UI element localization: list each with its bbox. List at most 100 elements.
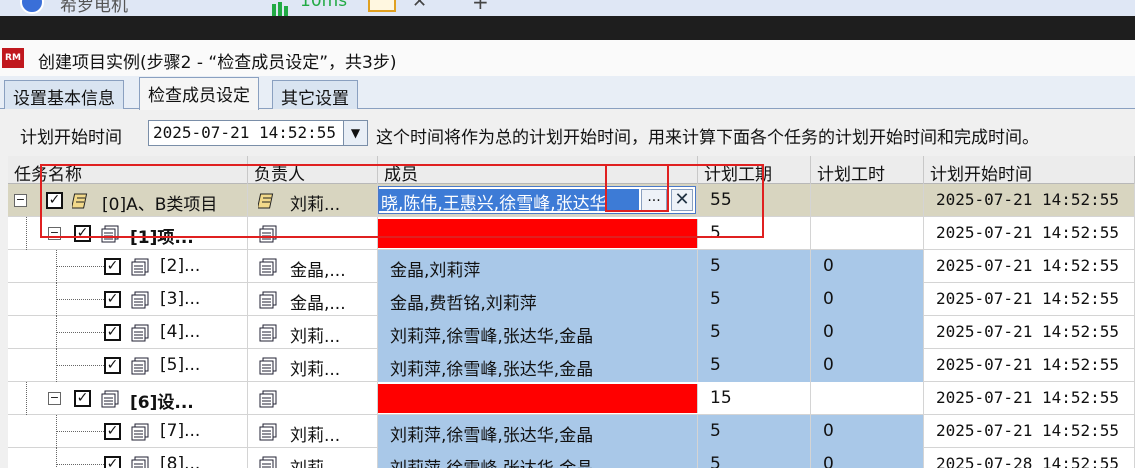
hours-cell[interactable]: 0 xyxy=(811,349,924,382)
annotation-box-button xyxy=(605,164,669,212)
members-cell[interactable] xyxy=(378,384,698,413)
duration-cell[interactable]: 5 xyxy=(698,250,811,283)
avatar[interactable] xyxy=(20,0,44,14)
start-time-value[interactable]: 2025-07-21 14:52:55 xyxy=(153,123,336,142)
duration-cell[interactable]: 15 xyxy=(698,382,811,415)
task-name-cell[interactable]: ✓ [3]... xyxy=(8,283,248,316)
members-cell[interactable]: 刘莉萍,徐雪峰,张达华,金晶 xyxy=(378,316,698,349)
members-cell[interactable]: 金晶,刘莉萍 xyxy=(378,250,698,283)
col-header-hours[interactable]: 计划工时 xyxy=(811,156,924,184)
start-time-cell[interactable]: 2025-07-21 14:52:55 xyxy=(924,250,1135,283)
collapse-toggle-icon[interactable]: − xyxy=(14,194,27,207)
task-icon xyxy=(130,258,150,276)
tree-line xyxy=(56,431,104,432)
members-cell[interactable]: 刘莉萍,徐雪峰,张达华,金晶 xyxy=(378,349,698,382)
duration-cell[interactable]: 5 xyxy=(698,283,811,316)
tab-other-settings[interactable]: 其它设置 xyxy=(272,80,358,109)
owner-cell[interactable]: 刘莉... xyxy=(248,448,378,468)
browser-tab-title[interactable]: 希罗电机 xyxy=(60,0,128,16)
tab-basic-info[interactable]: 设置基本信息 xyxy=(4,80,124,109)
table-row[interactable]: ✓ [2]... 金晶,... 金晶,刘莉萍 5 0 2025-07-21 14:52:55 xyxy=(8,250,1135,283)
tab-check-members[interactable]: 检查成员设定 xyxy=(139,77,259,110)
start-time-cell[interactable]: 2025-07-21 14:52:55 xyxy=(924,217,1135,250)
owner-cell[interactable]: 金晶,... xyxy=(248,250,378,283)
hours-cell[interactable]: 0 xyxy=(811,283,924,316)
members-cell[interactable]: 金晶,费哲铭,刘莉萍 xyxy=(378,283,698,316)
owner-icon xyxy=(258,423,278,441)
members-cell[interactable]: 刘莉萍,徐雪峰,张达华,金晶 xyxy=(378,448,698,468)
task-checkbox[interactable]: ✓ xyxy=(104,456,121,468)
mail-icon[interactable] xyxy=(368,0,396,12)
start-time-cell[interactable]: 2025-07-21 14:52:55 xyxy=(924,316,1135,349)
duration-cell[interactable]: 5 xyxy=(698,316,811,349)
members-cell[interactable]: 刘莉萍,徐雪峰,张达华,金晶 xyxy=(378,415,698,448)
task-name: [4]... xyxy=(160,322,201,342)
owner-cell[interactable]: 刘莉... xyxy=(248,415,378,448)
task-name-cell[interactable]: ✓ [7]... xyxy=(8,415,248,448)
new-tab-icon[interactable]: + xyxy=(472,0,489,14)
task-name-cell[interactable]: − ✓ [6]设... xyxy=(8,382,248,415)
owner-cell[interactable] xyxy=(248,382,378,415)
task-checkbox[interactable]: ✓ xyxy=(104,357,121,374)
task-name: [5]... xyxy=(160,355,201,375)
hours-cell[interactable]: 0 xyxy=(811,316,924,349)
task-grid: 任务名称 负责人 成员 计划工期 计划工时 计划开始时间 − ✓ [0]A、B类项目… xyxy=(8,156,1135,468)
task-icon xyxy=(130,324,150,342)
start-time-cell[interactable]: 2025-07-21 14:52:55 xyxy=(924,283,1135,316)
table-row[interactable]: ✓ [5]... 刘莉... 刘莉萍,徐雪峰,张达华,金晶 5 0 2025-07-21 1… xyxy=(8,349,1135,382)
start-time-hint: 这个时间将作为总的计划开始时间，用来计算下面各个任务的计划开始时间和完成时间。 xyxy=(376,128,1039,148)
task-checkbox[interactable]: ✓ xyxy=(104,291,121,308)
duration-cell[interactable]: 5 xyxy=(698,415,811,448)
browser-tab-strip: 希罗电机 10ms ✕ + xyxy=(0,0,1135,16)
task-name: [8]... xyxy=(160,454,201,468)
collapse-toggle-icon[interactable]: − xyxy=(48,392,61,405)
task-checkbox[interactable]: ✓ xyxy=(74,390,91,407)
tree-line xyxy=(26,217,27,250)
task-icon xyxy=(130,423,150,441)
owner-cell[interactable]: 刘莉... xyxy=(248,349,378,382)
duration-cell[interactable]: 5 xyxy=(698,448,811,468)
table-row[interactable]: ✓ [3]... 金晶,... 金晶,费哲铭,刘莉萍 5 0 2025-07-21 14:5… xyxy=(8,283,1135,316)
start-time-row: 计划开始时间 2025-07-21 14:52:55 ▼ 这个时间将作为总的计划… xyxy=(0,110,1135,156)
task-name: [6]设... xyxy=(130,393,194,413)
task-checkbox[interactable]: ✓ xyxy=(104,324,121,341)
hours-cell[interactable] xyxy=(811,184,924,217)
hours-cell[interactable]: 0 xyxy=(811,250,924,283)
task-name: [7]... xyxy=(160,421,201,441)
tree-line xyxy=(56,365,104,366)
duration-cell[interactable]: 5 xyxy=(698,349,811,382)
start-time-cell[interactable]: 2025-07-28 14:52:55 xyxy=(924,448,1135,468)
owner-cell[interactable]: 金晶,... xyxy=(248,283,378,316)
owner-name: 刘莉... xyxy=(290,426,341,446)
chevron-down-icon[interactable]: ▼ xyxy=(343,121,367,145)
start-time-cell[interactable]: 2025-07-21 14:52:55 xyxy=(924,349,1135,382)
hours-cell[interactable] xyxy=(811,382,924,415)
task-checkbox[interactable]: ✓ xyxy=(104,423,121,440)
owner-cell[interactable]: 刘莉... xyxy=(248,316,378,349)
owner-name: 金晶,... xyxy=(290,294,346,314)
hours-cell[interactable]: 0 xyxy=(811,415,924,448)
owner-icon xyxy=(258,456,278,468)
owner-icon xyxy=(258,357,278,375)
owner-name: 金晶,... xyxy=(290,261,346,281)
hours-cell[interactable]: 0 xyxy=(811,448,924,468)
start-time-label: 计划开始时间 xyxy=(20,128,122,148)
owner-icon xyxy=(258,390,278,408)
task-checkbox[interactable]: ✓ xyxy=(104,258,121,275)
col-header-start-time[interactable]: 计划开始时间 xyxy=(924,156,1135,184)
owner-name: 刘莉... xyxy=(290,327,341,347)
close-icon[interactable]: ✕ xyxy=(412,0,427,12)
hours-cell[interactable] xyxy=(811,217,924,250)
table-row[interactable]: − ✓ [6]设... 15 2025-07-21 14:52:55 xyxy=(8,382,1135,415)
task-name-cell[interactable]: ✓ [2]... xyxy=(8,250,248,283)
task-name-cell[interactable]: ✓ [4]... xyxy=(8,316,248,349)
table-row[interactable]: ✓ [7]... 刘莉... 刘莉萍,徐雪峰,张达华,金晶 5 0 2025-07-21 1… xyxy=(8,415,1135,448)
task-name-cell[interactable]: ✓ [8]... xyxy=(8,448,248,468)
table-row[interactable]: ✓ [8]... 刘莉... 刘莉萍,徐雪峰,张达华,金晶502025-07-28 1… xyxy=(8,448,1135,468)
start-time-cell[interactable]: 2025-07-21 14:52:55 xyxy=(924,382,1135,415)
table-row[interactable]: ✓ [4]... 刘莉... 刘莉萍,徐雪峰,张达华,金晶 5 0 2025-07-21 1… xyxy=(8,316,1135,349)
task-name-cell[interactable]: ✓ [5]... xyxy=(8,349,248,382)
start-time-picker[interactable]: 2025-07-21 14:52:55 ▼ xyxy=(148,120,368,146)
start-time-cell[interactable]: 2025-07-21 14:52:55 xyxy=(924,415,1135,448)
start-time-cell[interactable]: 2025-07-21 14:52:55 xyxy=(924,184,1135,217)
